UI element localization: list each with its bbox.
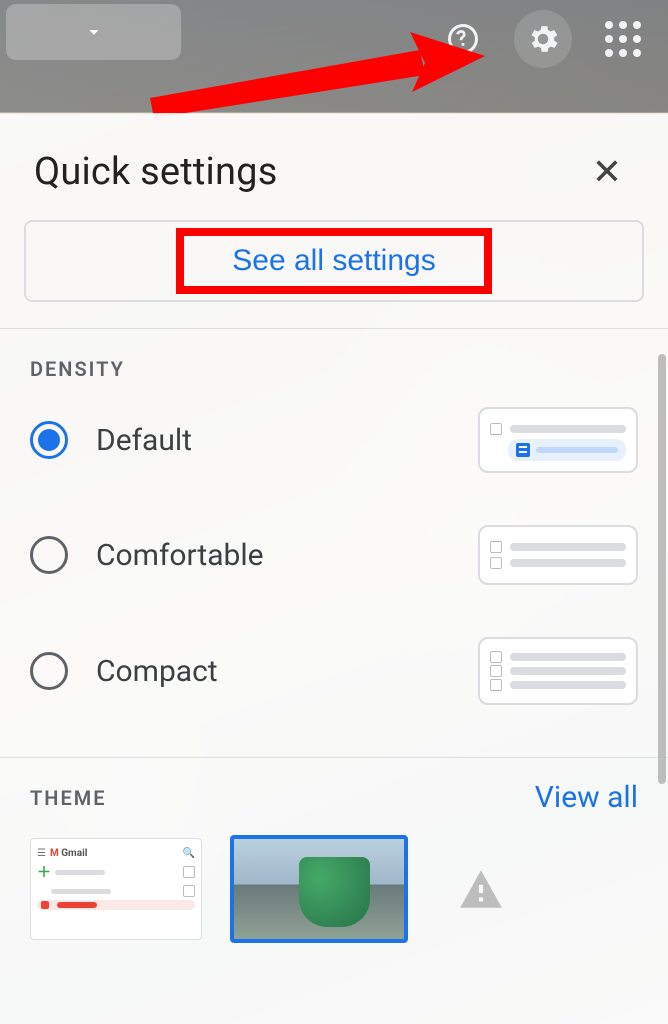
gmail-preview-icon: ☰ M Gmail🔍 ＋ xyxy=(37,845,195,933)
quick-settings-panel: Quick settings ✕ See all settings DENSIT… xyxy=(0,113,668,1024)
density-label: Compact xyxy=(96,654,478,689)
see-all-settings-button[interactable]: See all settings xyxy=(24,220,644,302)
density-preview-comfortable xyxy=(478,525,638,585)
help-button[interactable] xyxy=(434,10,492,68)
theme-section-header: THEME View all xyxy=(0,758,668,815)
radio-default[interactable] xyxy=(30,421,68,459)
density-option-compact[interactable]: Compact xyxy=(30,611,638,731)
density-preview-default xyxy=(478,407,638,473)
theme-section-title: THEME xyxy=(30,786,107,810)
scrollbar-thumb[interactable] xyxy=(658,354,666,784)
gear-icon xyxy=(525,21,561,57)
density-label: Default xyxy=(96,423,478,458)
density-option-comfortable[interactable]: Comfortable xyxy=(30,499,638,611)
panel-scrollbar[interactable] xyxy=(658,354,668,1024)
caret-down-icon xyxy=(83,21,105,43)
see-all-settings-wrap: See all settings xyxy=(24,220,644,302)
theme-thumb-photo[interactable] xyxy=(230,835,408,943)
warning-icon xyxy=(456,864,506,914)
see-all-settings-label: See all settings xyxy=(232,244,435,277)
radio-compact[interactable] xyxy=(30,652,68,690)
radio-comfortable[interactable] xyxy=(30,536,68,574)
density-section-title: DENSITY xyxy=(30,357,638,381)
panel-header: Quick settings ✕ xyxy=(0,114,668,216)
theme-thumb-default[interactable]: ☰ M Gmail🔍 ＋ xyxy=(30,838,202,940)
density-label: Comfortable xyxy=(96,538,478,573)
density-option-default[interactable]: Default xyxy=(30,381,638,499)
close-icon: ✕ xyxy=(592,151,622,193)
app-header xyxy=(0,0,668,112)
density-preview-compact xyxy=(478,637,638,705)
theme-view-all-link[interactable]: View all xyxy=(535,780,638,815)
settings-gear-button[interactable] xyxy=(514,10,572,68)
header-dropdown[interactable] xyxy=(6,4,181,60)
theme-thumb-placeholder[interactable] xyxy=(436,839,526,939)
panel-title: Quick settings xyxy=(34,150,278,194)
density-section: DENSITY Default Comfortable Compact xyxy=(0,329,668,731)
apps-grid-icon xyxy=(605,21,613,29)
theme-thumb-row: ☰ M Gmail🔍 ＋ xyxy=(0,815,668,943)
close-button[interactable]: ✕ xyxy=(586,148,628,196)
apps-launcher-button[interactable] xyxy=(594,10,652,68)
help-icon xyxy=(445,21,481,57)
